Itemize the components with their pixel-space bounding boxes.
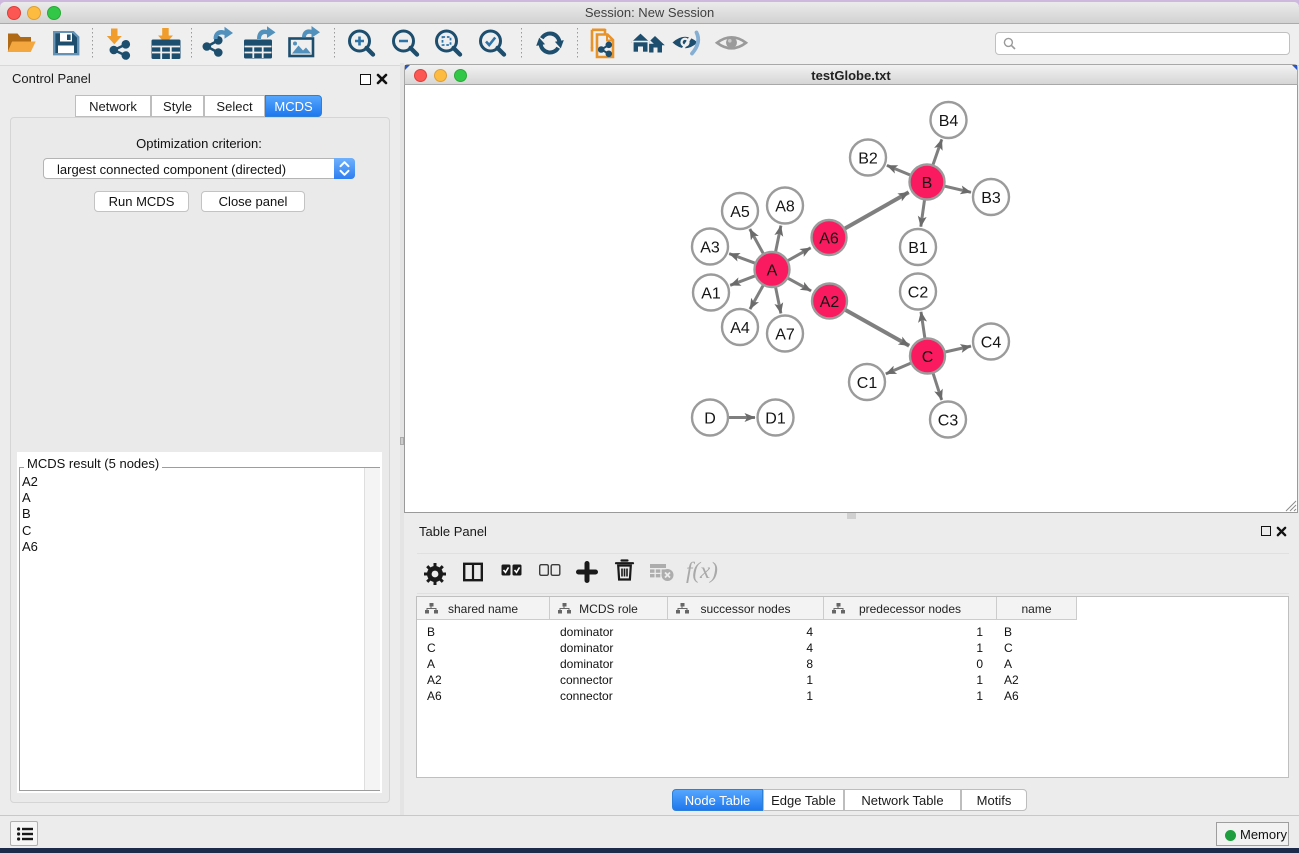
svg-text:A2: A2 [820, 294, 840, 311]
svg-text:C: C [922, 349, 934, 366]
svg-text:B: B [922, 175, 933, 192]
svg-text:C1: C1 [857, 375, 878, 392]
svg-text:C4: C4 [981, 335, 1002, 352]
svg-text:A8: A8 [775, 199, 795, 216]
svg-text:B2: B2 [858, 151, 878, 168]
svg-text:A: A [767, 263, 778, 280]
svg-text:A3: A3 [700, 240, 720, 257]
svg-text:C3: C3 [938, 413, 959, 430]
svg-text:D1: D1 [765, 411, 786, 428]
svg-text:B3: B3 [981, 190, 1001, 207]
svg-text:B1: B1 [908, 240, 928, 257]
svg-text:A6: A6 [819, 231, 839, 248]
svg-text:A7: A7 [775, 327, 795, 344]
svg-text:A1: A1 [701, 286, 721, 303]
svg-text:A5: A5 [730, 204, 750, 221]
svg-text:B4: B4 [939, 113, 959, 130]
svg-text:C2: C2 [908, 285, 929, 302]
svg-text:D: D [704, 411, 716, 428]
svg-text:A4: A4 [730, 320, 750, 337]
